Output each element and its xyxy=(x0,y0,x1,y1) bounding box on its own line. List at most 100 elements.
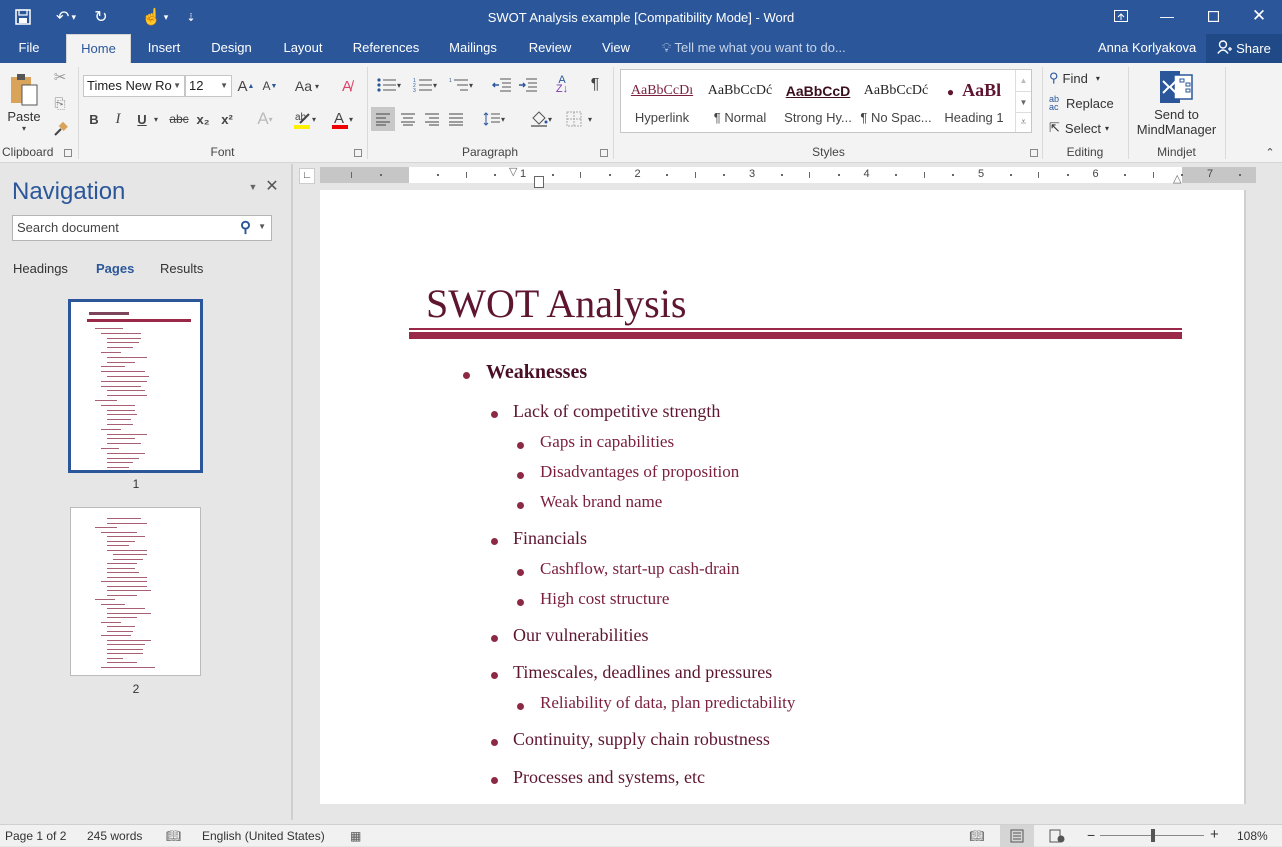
style-no-spacing[interactable]: AaBbCcDć ¶ No Spac... xyxy=(857,70,935,132)
ribbon-tab-bar: File Home Insert Design Layout Reference… xyxy=(0,34,1282,63)
bullet-icon xyxy=(517,703,524,710)
tab-design[interactable]: Design xyxy=(204,34,259,63)
style-strong-hyperlink[interactable]: AaBbCcD Strong Hy... xyxy=(779,70,857,132)
bullet-icon xyxy=(491,411,498,418)
read-mode-icon[interactable]: 📖︎ xyxy=(960,825,994,847)
tab-file[interactable]: File xyxy=(8,34,50,63)
tab-selector-icon[interactable]: ∟ xyxy=(299,168,315,184)
hanging-indent-marker[interactable] xyxy=(534,176,544,188)
bullet-icon xyxy=(491,739,498,746)
page-thumbnail-2[interactable] xyxy=(70,507,201,676)
page-thumbnail-1[interactable] xyxy=(68,299,203,473)
bullet-icon xyxy=(491,777,498,784)
search-icon[interactable]: ⚲ xyxy=(240,218,251,236)
ruler-dot xyxy=(551,174,554,176)
thumbnail-line xyxy=(107,563,137,564)
share-button[interactable]: Share xyxy=(1206,34,1282,63)
replace-button[interactable]: ab ac Replace xyxy=(1049,93,1114,113)
zoom-in-button[interactable]: + xyxy=(1210,826,1219,843)
nav-tab-results[interactable]: Results xyxy=(160,261,203,276)
collapse-ribbon-icon[interactable]: ⌃ xyxy=(1262,145,1278,159)
web-layout-icon[interactable] xyxy=(1040,825,1074,847)
tab-review[interactable]: Review xyxy=(522,34,578,63)
ribbon-display-options-icon[interactable] xyxy=(1098,0,1144,32)
search-document-input[interactable]: Search document ⚲ ▼ xyxy=(12,215,272,241)
ruler-number: 7 xyxy=(1207,168,1214,180)
list-item-text: Continuity, supply chain robustness xyxy=(513,729,770,749)
document-page[interactable]: SWOT Analysis Weaknesses Lack of competit… xyxy=(320,190,1246,804)
list-item: Timescales, deadlines and pressures xyxy=(491,662,772,683)
style-heading-1[interactable]: ● AaBl Heading 1 xyxy=(935,70,1013,132)
undo-icon[interactable]: ↶ ▾ xyxy=(46,0,86,34)
tab-view[interactable]: View xyxy=(594,34,638,63)
macro-recording-icon[interactable]: ▦ xyxy=(350,829,361,843)
list-item: Financials xyxy=(491,528,587,549)
mindjet-group: Send to MindManager Mindjet xyxy=(1129,63,1224,161)
ruler-dot xyxy=(780,174,783,176)
styles-scroll-down-icon[interactable]: ▼ xyxy=(1015,91,1031,112)
ruler-dot xyxy=(379,174,382,176)
list-item-text: Financials xyxy=(513,528,587,548)
thumbnail-line xyxy=(107,414,137,416)
styles-scroll-up-icon[interactable]: ▲ xyxy=(1015,70,1031,91)
maximize-icon[interactable] xyxy=(1190,0,1236,32)
thumbnail-line xyxy=(107,536,145,537)
bullet-icon xyxy=(517,569,524,576)
send-to-mindmanager-button[interactable]: Send to MindManager xyxy=(1129,65,1224,143)
thumbnail-line xyxy=(107,585,147,587)
tab-references[interactable]: References xyxy=(348,34,424,63)
nav-tab-pages[interactable]: Pages xyxy=(96,261,134,276)
ruler-dot xyxy=(1181,174,1184,176)
page-number-1: 1 xyxy=(132,477,140,491)
thumbnail-line xyxy=(101,603,125,605)
zoom-out-button[interactable]: − xyxy=(1087,827,1095,843)
pane-divider[interactable] xyxy=(292,164,293,820)
thumbnail-line xyxy=(107,617,137,618)
pane-options-icon[interactable]: ▼ xyxy=(246,180,260,194)
proofing-icon[interactable]: 📖︎ xyxy=(166,829,181,843)
user-name[interactable]: Anna Korlyakova xyxy=(1098,40,1196,55)
bullet-icon xyxy=(491,672,498,679)
thumbnail-line xyxy=(95,400,117,401)
touch-mode-icon[interactable]: ☝ ▾ xyxy=(130,0,180,34)
thumbnail-line xyxy=(107,567,135,569)
tab-mailings[interactable]: Mailings xyxy=(442,34,504,63)
style-hyperlink[interactable]: AaBbCcDı Hyperlink xyxy=(623,70,701,132)
language[interactable]: English (United States) xyxy=(202,829,325,843)
minimize-icon[interactable]: — xyxy=(1144,0,1190,32)
find-button[interactable]: ⚲ Find ▾ xyxy=(1049,68,1100,88)
page-count[interactable]: Page 1 of 2 xyxy=(5,829,66,843)
thumbnail-line xyxy=(107,630,133,632)
style-normal[interactable]: AaBbCcDć ¶ Normal xyxy=(701,70,779,132)
word-count[interactable]: 245 words xyxy=(87,829,142,843)
select-button[interactable]: ⇱ Select ▾ xyxy=(1049,118,1109,138)
close-icon[interactable]: ✕ xyxy=(1236,0,1282,32)
tab-layout[interactable]: Layout xyxy=(276,34,330,63)
quick-access-toolbar: ↶ ▾ ↻ ☝ ▾ ⇣ xyxy=(0,0,202,34)
nav-tab-headings[interactable]: Headings xyxy=(13,261,68,276)
zoom-slider-thumb[interactable] xyxy=(1151,829,1156,842)
bullet-icon xyxy=(491,635,498,642)
horizontal-ruler[interactable]: 1 2 3 4 5 6 7 xyxy=(320,167,1256,183)
styles-launcher-icon[interactable] xyxy=(1030,149,1038,157)
first-line-indent-marker[interactable]: ▽ xyxy=(509,165,517,178)
thumbnail-line xyxy=(107,337,141,339)
tab-home[interactable]: Home xyxy=(66,34,131,63)
status-bar: Page 1 of 2 245 words 📖︎ English (United… xyxy=(0,824,1282,847)
thumbnail-line xyxy=(107,644,145,645)
redo-icon[interactable]: ↻ xyxy=(86,0,116,34)
mindmanager-icon xyxy=(1159,71,1193,103)
search-options-icon[interactable]: ▼ xyxy=(258,222,266,231)
tab-insert[interactable]: Insert xyxy=(140,34,188,63)
right-indent-marker[interactable]: △ xyxy=(1173,172,1181,185)
tell-me-box[interactable]: 💡︎ Tell me what you want to do... xyxy=(662,40,846,56)
customize-qat-icon[interactable]: ⇣ xyxy=(180,0,202,34)
zoom-level[interactable]: 108% xyxy=(1237,829,1268,843)
styles-more-icon[interactable]: ⩡ xyxy=(1015,112,1031,132)
thumbnail-line xyxy=(107,433,147,435)
thumbnail-line xyxy=(107,467,129,469)
close-pane-icon[interactable]: ✕ xyxy=(264,178,280,195)
save-icon[interactable] xyxy=(0,0,46,34)
print-layout-icon[interactable] xyxy=(1000,825,1034,847)
ruler-number: 5 xyxy=(978,168,985,180)
